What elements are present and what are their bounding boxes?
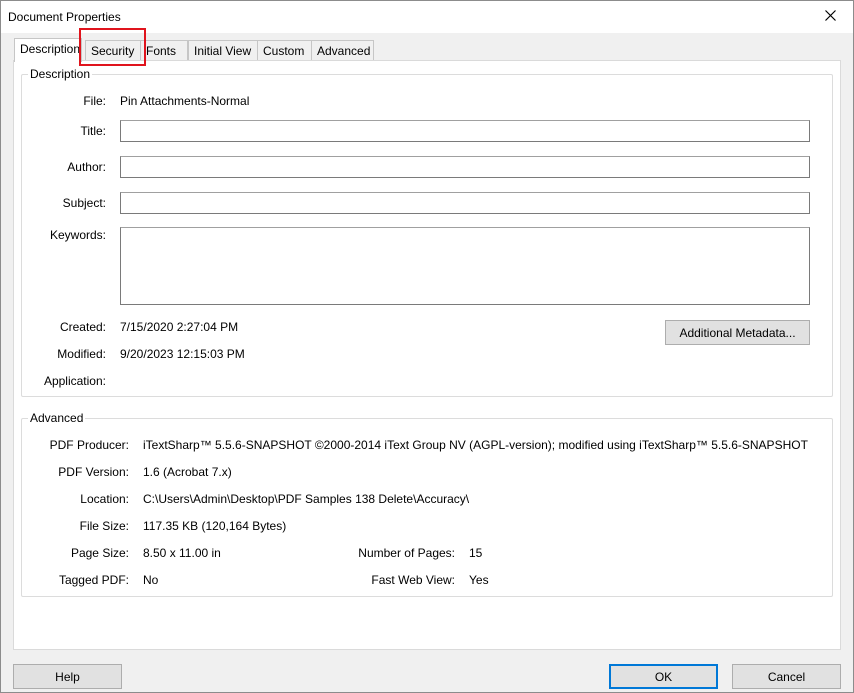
page-size-label: Page Size:: [70, 546, 129, 560]
location-label: Location:: [80, 492, 129, 506]
page-size-value: 8.50 x 11.00 in: [143, 546, 221, 560]
modified-value: 9/20/2023 12:15:03 PM: [120, 347, 245, 361]
pdf-version-value: 1.6 (Acrobat 7.x): [143, 465, 232, 479]
keywords-field[interactable]: [120, 227, 810, 305]
tab-description-label: Description: [20, 42, 81, 56]
help-button[interactable]: Help: [13, 664, 122, 689]
tab-custom-label: Custom: [263, 44, 305, 58]
tab-advanced[interactable]: Advanced: [311, 40, 374, 62]
dialog-title: Document Properties: [8, 10, 121, 24]
tab-initial-view-label: Initial View: [194, 44, 252, 58]
close-icon: [824, 9, 836, 24]
file-size-value: 117.35 KB (120,164 Bytes): [143, 519, 287, 533]
title-bar: Document Properties: [1, 1, 853, 33]
tab-security-label: Security: [91, 44, 135, 58]
tab-advanced-label: Advanced: [317, 44, 371, 58]
advanced-group-title: Advanced: [28, 411, 86, 425]
modified-label: Modified:: [57, 347, 106, 361]
description-tab-panel: Description File: Pin Attachments-Normal…: [13, 60, 841, 650]
pdf-producer-value: iTextSharp™ 5.5.6-SNAPSHOT ©2000-2014 iT…: [143, 438, 808, 452]
title-field[interactable]: [120, 120, 810, 142]
tab-custom[interactable]: Custom: [257, 40, 312, 62]
document-properties-dialog: Document Properties Description Security…: [0, 0, 854, 693]
created-label: Created:: [59, 320, 106, 334]
fast-web-view-label: Fast Web View:: [371, 573, 455, 587]
description-group-title: Description: [28, 67, 93, 81]
tab-description[interactable]: Description: [14, 38, 82, 62]
file-size-label: File Size:: [79, 519, 129, 533]
number-of-pages-value: 15: [469, 546, 483, 560]
close-button[interactable]: [807, 1, 853, 32]
tab-initial-view[interactable]: Initial View: [188, 40, 258, 62]
pdf-producer-label: PDF Producer:: [49, 438, 129, 452]
location-value: C:\Users\Admin\Desktop\PDF Samples 138 D…: [143, 492, 470, 506]
file-label: File:: [83, 94, 106, 108]
subject-label: Subject:: [62, 196, 106, 210]
ok-button[interactable]: OK: [609, 664, 718, 689]
tab-fonts-label: Fonts: [146, 44, 177, 58]
file-value: Pin Attachments-Normal: [120, 94, 250, 108]
tagged-pdf-label: Tagged PDF:: [58, 573, 129, 587]
additional-metadata-button[interactable]: Additional Metadata...: [665, 320, 810, 345]
tab-security[interactable]: Security: [85, 40, 141, 62]
author-field[interactable]: [120, 156, 810, 178]
cancel-button[interactable]: Cancel: [732, 664, 841, 689]
created-value: 7/15/2020 2:27:04 PM: [120, 320, 239, 334]
keywords-label: Keywords:: [49, 228, 106, 242]
subject-field[interactable]: [120, 192, 810, 214]
author-label: Author:: [67, 160, 106, 174]
tab-fonts[interactable]: Fonts: [140, 40, 188, 62]
application-label: Application:: [43, 374, 106, 388]
tagged-pdf-value: No: [143, 573, 159, 587]
title-label: Title:: [80, 124, 106, 138]
fast-web-view-value: Yes: [469, 573, 489, 587]
number-of-pages-label: Number of Pages:: [358, 546, 455, 560]
pdf-version-label: PDF Version:: [58, 465, 129, 479]
